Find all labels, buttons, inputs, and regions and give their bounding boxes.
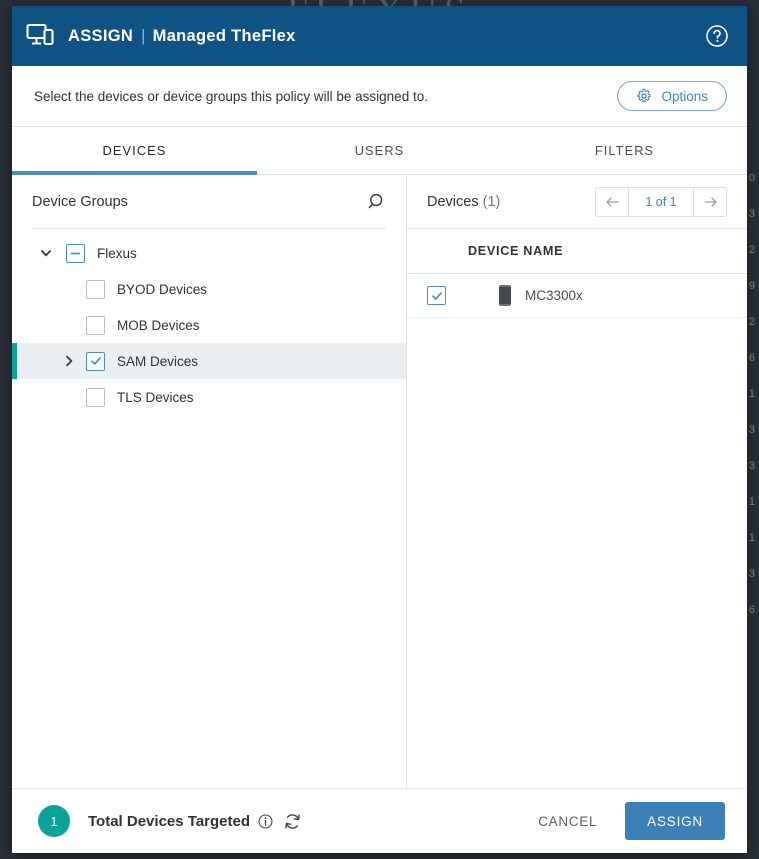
check-icon xyxy=(90,355,102,367)
tab-filters-label: FILTERS xyxy=(595,143,654,158)
tree-row-mob-devices[interactable]: MOB Devices xyxy=(12,307,406,343)
tree-label-flexus: Flexus xyxy=(97,246,137,261)
pagination-control: 1 of 1 xyxy=(595,187,727,217)
refresh-icon[interactable] xyxy=(283,812,302,831)
tree-row-flexus[interactable]: Flexus xyxy=(12,235,406,271)
dialog-body: Device Groups xyxy=(12,175,747,788)
table-row[interactable]: MC3300x xyxy=(407,274,747,318)
devices-icon xyxy=(26,23,56,49)
tab-filters[interactable]: FILTERS xyxy=(502,127,747,174)
tree-label-tls-devices: TLS Devices xyxy=(117,390,194,405)
checkbox-tls-devices[interactable] xyxy=(86,388,105,407)
column-header-device-name: DEVICE NAME xyxy=(468,244,563,258)
devices-count: (1) xyxy=(483,194,501,210)
tab-bar: DEVICES USERS FILTERS xyxy=(12,127,747,175)
instruction-text: Select the devices or device groups this… xyxy=(34,89,428,104)
arrow-left-icon xyxy=(605,196,620,208)
devices-header: Devices (1) 1 of 1 xyxy=(407,175,747,228)
device-groups-tree: Flexus BYOD Devices MOB Devices xyxy=(12,229,406,788)
checkbox-device-mc3300x[interactable] xyxy=(427,286,446,305)
devices-table-header: DEVICE NAME xyxy=(407,228,747,274)
tab-users-label: USERS xyxy=(355,143,405,158)
dialog-title-action: ASSIGN xyxy=(68,27,133,45)
tree-label-byod-devices: BYOD Devices xyxy=(117,282,207,297)
info-circle-icon[interactable] xyxy=(258,814,273,829)
chevron-right-icon[interactable] xyxy=(60,352,78,370)
options-button[interactable]: Options xyxy=(617,81,727,111)
twisty-placeholder xyxy=(60,280,78,298)
tab-devices[interactable]: DEVICES xyxy=(12,127,257,174)
tree-row-tls-devices[interactable]: TLS Devices xyxy=(12,379,406,415)
options-button-label: Options xyxy=(661,89,708,104)
device-groups-title: Device Groups xyxy=(32,194,128,210)
dialog-titlebar: ASSIGN | Managed TheFlex xyxy=(12,6,747,66)
tab-devices-label: DEVICES xyxy=(103,143,167,158)
dialog-title-subject: Managed TheFlex xyxy=(153,27,296,45)
device-groups-header: Device Groups xyxy=(12,175,406,228)
pagination-prev-button[interactable] xyxy=(596,188,628,216)
checkbox-mob-devices[interactable] xyxy=(86,316,105,335)
checkbox-flexus[interactable] xyxy=(66,244,85,263)
pagination-page-indicator[interactable]: 1 of 1 xyxy=(628,188,694,216)
instruction-bar: Select the devices or device groups this… xyxy=(12,66,747,127)
pagination-next-button[interactable] xyxy=(694,188,726,216)
title-separator: | xyxy=(141,27,146,45)
cancel-button[interactable]: CANCEL xyxy=(532,813,603,830)
device-groups-pane: Device Groups xyxy=(12,175,407,788)
tree-row-sam-devices[interactable]: SAM Devices xyxy=(12,343,406,379)
arrow-right-icon xyxy=(703,196,718,208)
assign-button[interactable]: ASSIGN xyxy=(625,802,725,840)
checkbox-byod-devices[interactable] xyxy=(86,280,105,299)
devices-pane: Devices (1) 1 of 1 xyxy=(407,175,747,788)
devices-title-text: Devices xyxy=(427,194,479,210)
dialog-footer: 1 Total Devices Targeted CANCEL ASSIGN xyxy=(12,788,747,853)
total-devices-badge: 1 xyxy=(38,805,70,837)
chevron-down-icon[interactable] xyxy=(37,244,55,262)
search-icon[interactable] xyxy=(364,191,386,213)
device-name-label: MC3300x xyxy=(525,288,583,303)
devices-table-body: MC3300x xyxy=(407,274,747,788)
twisty-placeholder xyxy=(60,388,78,406)
check-icon xyxy=(431,290,443,302)
tree-label-sam-devices: SAM Devices xyxy=(117,354,198,369)
tree-label-mob-devices: MOB Devices xyxy=(117,318,200,333)
assign-policy-dialog: ASSIGN | Managed TheFlex Select the device… xyxy=(12,6,747,853)
tree-row-byod-devices[interactable]: BYOD Devices xyxy=(12,271,406,307)
minus-icon xyxy=(70,248,81,259)
tab-users[interactable]: USERS xyxy=(257,127,502,174)
mobile-device-icon xyxy=(499,285,511,306)
total-devices-label: Total Devices Targeted xyxy=(88,813,250,830)
devices-title: Devices (1) xyxy=(427,194,500,210)
checkbox-sam-devices[interactable] xyxy=(86,352,105,371)
twisty-placeholder xyxy=(60,316,78,334)
help-circle-icon[interactable] xyxy=(705,24,729,48)
gear-icon xyxy=(636,88,652,104)
dialog-title: ASSIGN | Managed TheFlex xyxy=(68,27,296,46)
